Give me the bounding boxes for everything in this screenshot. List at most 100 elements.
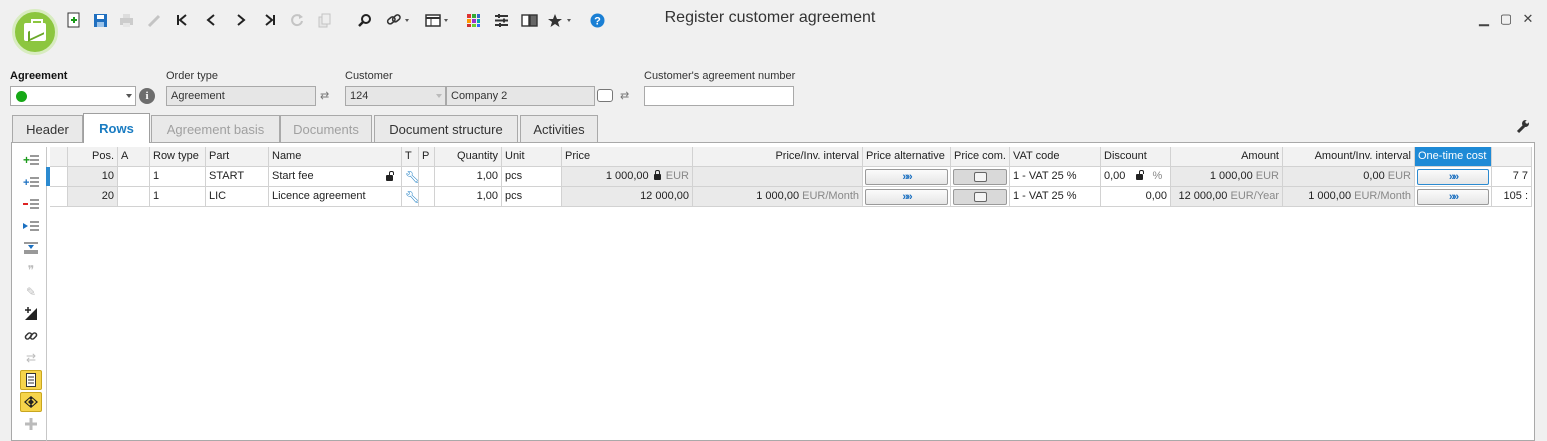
cell-a[interactable] <box>118 187 150 207</box>
cell-price[interactable]: 12 000,00 <box>562 187 693 207</box>
row-handle[interactable] <box>50 167 68 187</box>
price-comment-button[interactable] <box>953 189 1007 205</box>
delete-row-icon[interactable] <box>20 194 42 214</box>
cell-price-com[interactable] <box>951 187 1010 207</box>
new-icon[interactable] <box>66 10 82 30</box>
draw-icon[interactable]: ✎ <box>20 282 42 302</box>
insert-row-icon[interactable]: + <box>20 172 42 192</box>
link-icon[interactable] <box>20 326 42 346</box>
header-part[interactable]: Part <box>206 147 269 167</box>
cell-row-type[interactable]: 1 <box>150 167 206 187</box>
cell-amount-inv-interval[interactable]: 1 000,00 EUR/Month <box>1283 187 1415 207</box>
tab-agreement-basis[interactable]: Agreement basis <box>151 115 280 142</box>
cell-p[interactable] <box>419 167 435 187</box>
header-vat-code[interactable]: VAT code <box>1010 147 1101 167</box>
header-price-inv-interval[interactable]: Price/Inv. interval <box>693 147 863 167</box>
cell-amount-inv-interval[interactable]: 0,00 EUR <box>1283 167 1415 187</box>
cell-price-inv-interval[interactable]: 1 000,00 EUR/Month <box>693 187 863 207</box>
cell-price[interactable]: 1 000,00 EUR <box>562 167 693 187</box>
unlock-icon[interactable] <box>1136 170 1145 180</box>
first-icon[interactable] <box>174 10 190 30</box>
resize-icon[interactable] <box>20 304 42 324</box>
cell-discount[interactable]: 0,00 % <box>1101 167 1171 187</box>
cell-pos[interactable]: 10 <box>68 167 118 187</box>
header-price-alternative[interactable]: Price alternative <box>863 147 951 167</box>
cell-one-time-cost[interactable]: »» <box>1415 167 1492 187</box>
color-icon[interactable] <box>465 10 481 30</box>
cell-price-alternative[interactable]: »» <box>863 187 951 207</box>
cell-unit[interactable]: pcs <box>502 167 562 187</box>
header-amount-inv-interval[interactable]: Amount/Inv. interval <box>1283 147 1415 167</box>
add-row-icon[interactable]: + <box>20 150 42 170</box>
cell-price-alternative[interactable]: »» <box>863 167 951 187</box>
customer-number-field[interactable]: 124 <box>345 86 446 106</box>
comment-icon[interactable] <box>597 89 613 102</box>
search-icon[interactable] <box>356 10 372 30</box>
one-time-cost-button[interactable]: »» <box>1417 189 1489 205</box>
cell-part[interactable]: START <box>206 167 269 187</box>
plus-icon[interactable] <box>20 414 42 434</box>
header-one-time-cost[interactable]: One-time cost <box>1415 147 1492 167</box>
previous-icon[interactable] <box>203 10 219 30</box>
filter-icon[interactable] <box>493 10 509 30</box>
cell-amount[interactable]: 12 000,00 EUR/Year <box>1171 187 1283 207</box>
link-icon[interactable] <box>384 10 412 30</box>
one-time-cost-button[interactable]: »» <box>1417 169 1489 185</box>
header-amount[interactable]: Amount <box>1171 147 1283 167</box>
cell-price-inv-interval[interactable] <box>693 167 863 187</box>
header-p[interactable]: P <box>419 147 435 167</box>
cell-pos[interactable]: 20 <box>68 187 118 207</box>
tab-header[interactable]: Header <box>12 115 83 142</box>
unlock-icon[interactable] <box>386 171 394 181</box>
header-discount[interactable]: Discount <box>1101 147 1171 167</box>
cell-vat-code[interactable]: 1 - VAT 25 % <box>1010 187 1101 207</box>
cell-a[interactable] <box>118 167 150 187</box>
header-price[interactable]: Price <box>562 147 693 167</box>
order-type-field[interactable]: Agreement <box>166 86 316 106</box>
tab-document-structure[interactable]: Document structure <box>374 115 518 142</box>
price-comment-button[interactable] <box>953 169 1007 185</box>
transfer-icon[interactable]: ⇄ <box>20 348 42 368</box>
cell-row-type[interactable]: 1 <box>150 187 206 207</box>
header-row-type[interactable]: Row type <box>150 147 206 167</box>
customer-name-field[interactable]: Company 2 <box>446 86 595 106</box>
cell-overflow[interactable]: 7 7 <box>1492 167 1532 187</box>
cell-price-com[interactable] <box>951 167 1010 187</box>
book-icon[interactable] <box>520 10 538 30</box>
cell-quantity[interactable]: 1,00 <box>435 167 502 187</box>
print-icon[interactable] <box>118 10 134 30</box>
cell-one-time-cost[interactable]: »» <box>1415 187 1492 207</box>
cell-overflow[interactable]: 105 : <box>1492 187 1532 207</box>
header-t[interactable]: T <box>402 147 419 167</box>
row-handle[interactable] <box>50 187 68 207</box>
header-name[interactable]: Name <box>269 147 402 167</box>
header-quantity[interactable]: Quantity <box>435 147 502 167</box>
quote-icon[interactable]: ❞ <box>20 260 42 280</box>
price-alternative-button[interactable]: »» <box>865 189 948 205</box>
cell-unit[interactable]: pcs <box>502 187 562 207</box>
header-unit[interactable]: Unit <box>502 147 562 167</box>
lock-icon[interactable] <box>653 170 661 180</box>
code-icon[interactable] <box>20 392 42 412</box>
info-icon[interactable]: i <box>139 88 155 104</box>
tab-activities[interactable]: Activities <box>520 115 598 142</box>
move-row-icon[interactable] <box>20 216 42 236</box>
cell-amount[interactable]: 1 000,00 EUR <box>1171 167 1283 187</box>
header-a[interactable]: A <box>118 147 150 167</box>
cell-name[interactable]: Start fee <box>269 167 402 187</box>
next-icon[interactable] <box>233 10 249 30</box>
cell-t[interactable]: 🔧︎ <box>402 187 419 207</box>
maximize-icon[interactable]: ▢ <box>1498 11 1514 27</box>
cell-p[interactable] <box>419 187 435 207</box>
edit-icon[interactable] <box>146 10 162 30</box>
cell-vat-code[interactable]: 1 - VAT 25 % <box>1010 167 1101 187</box>
refresh-icon[interactable] <box>289 10 305 30</box>
swap-icon[interactable]: ⇄ <box>620 89 629 102</box>
cell-name[interactable]: Licence agreement <box>269 187 402 207</box>
view-icon[interactable] <box>424 10 452 30</box>
close-icon[interactable]: ✕ <box>1520 11 1536 27</box>
tab-rows[interactable]: Rows <box>83 113 150 143</box>
tab-documents[interactable]: Documents <box>280 115 372 142</box>
header-pos[interactable]: Pos. <box>68 147 118 167</box>
expand-icon[interactable] <box>20 238 42 258</box>
